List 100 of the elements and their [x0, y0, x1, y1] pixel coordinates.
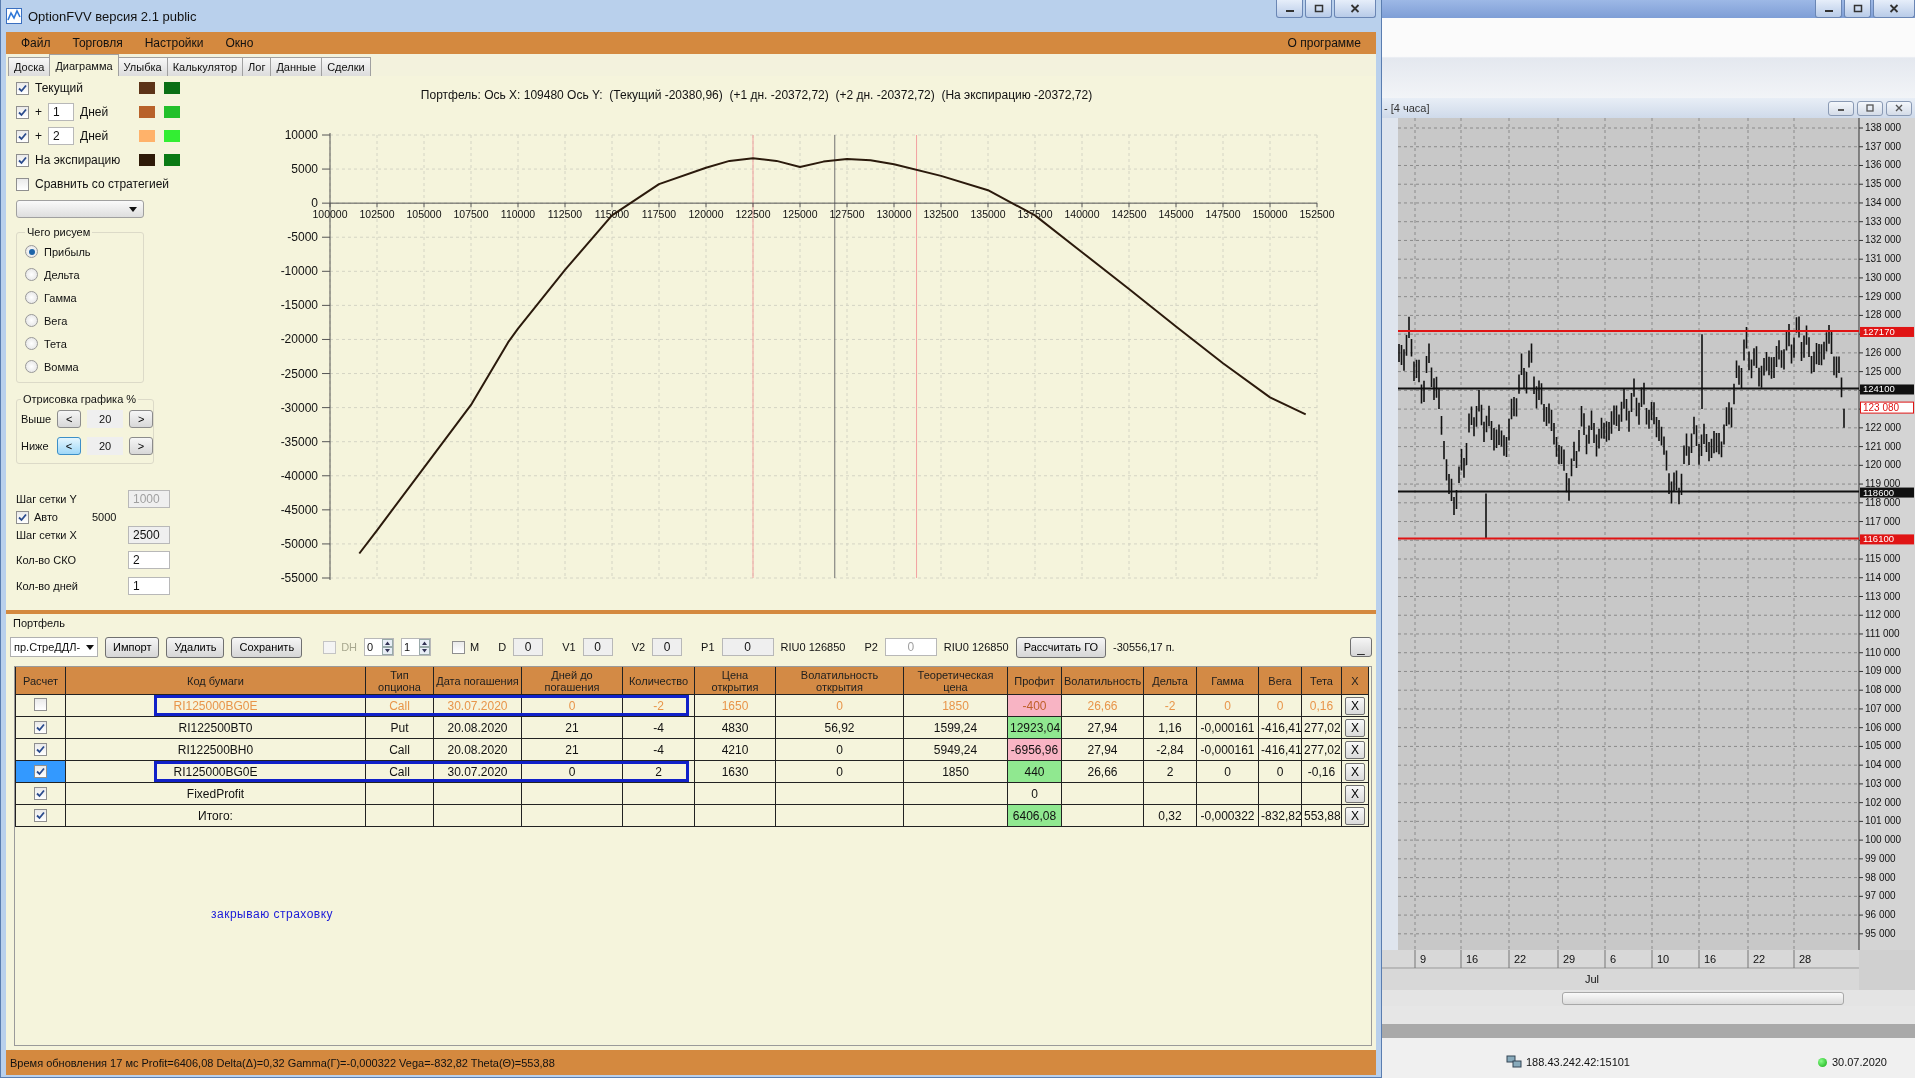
input-field[interactable]: 0	[582, 638, 613, 656]
radio-button[interactable]	[25, 245, 38, 258]
scroll-thumb[interactable]	[1562, 991, 1844, 1005]
collapse-button[interactable]: _	[1350, 637, 1372, 657]
column-header[interactable]: Тип опциона	[365, 667, 434, 695]
days-field[interactable]: 2	[48, 127, 74, 145]
column-header[interactable]: Код бумаги	[65, 667, 366, 695]
tab[interactable]: Лог	[242, 57, 272, 76]
increase-button[interactable]: >	[129, 436, 153, 455]
menu-item[interactable]: Окно	[214, 36, 265, 50]
color-swatch[interactable]	[139, 154, 155, 166]
menu-item[interactable]: Торговля	[61, 36, 134, 50]
radio-button[interactable]	[25, 360, 38, 373]
radio-button[interactable]	[25, 314, 38, 327]
spin-field[interactable]: 0	[364, 638, 395, 656]
column-header[interactable]: Количество	[622, 667, 695, 695]
checkbox[interactable]	[16, 177, 29, 191]
column-header[interactable]: Дней до погашения	[521, 667, 623, 695]
checkbox[interactable]	[452, 640, 466, 654]
days-field[interactable]: 1	[48, 103, 74, 121]
input-field[interactable]: 2	[128, 551, 170, 569]
checkbox[interactable]	[34, 808, 47, 822]
delete-button[interactable]: X	[1345, 718, 1365, 737]
checkbox[interactable]	[16, 129, 29, 143]
increase-button[interactable]: >	[129, 409, 154, 428]
delete-button[interactable]: X	[1345, 784, 1365, 803]
close-button[interactable]	[1886, 100, 1912, 116]
tab[interactable]: Калькулятор	[166, 57, 244, 76]
column-header[interactable]: Дельта	[1143, 667, 1197, 695]
checkbox[interactable]	[16, 81, 29, 95]
checkbox[interactable]	[34, 742, 47, 756]
column-header[interactable]: X	[1341, 667, 1369, 695]
value-field[interactable]: 20	[87, 409, 124, 428]
color-swatch[interactable]	[164, 106, 180, 118]
decrease-button[interactable]: <	[57, 436, 81, 455]
maximize-button[interactable]	[1305, 0, 1332, 18]
calc-cell[interactable]	[15, 760, 66, 783]
column-header[interactable]: Волатильность открытия	[775, 667, 904, 695]
input-field[interactable]: 0	[513, 638, 544, 656]
checkbox[interactable]	[34, 720, 47, 734]
group-title: Отрисовка графика %	[22, 393, 138, 405]
close-button[interactable]	[1873, 0, 1915, 18]
color-swatch[interactable]	[139, 82, 155, 94]
value-field[interactable]: 20	[87, 436, 123, 455]
toolbar-button[interactable]: Удалить	[166, 636, 225, 658]
calc-cell[interactable]	[15, 716, 66, 739]
toolbar-button[interactable]: Сохранить	[231, 636, 303, 658]
maximize-button[interactable]	[1844, 0, 1871, 18]
menu-item[interactable]: Настройки	[133, 36, 215, 50]
color-swatch[interactable]	[164, 130, 180, 142]
delete-button[interactable]: X	[1345, 806, 1365, 825]
menu-item[interactable]: Файл	[10, 36, 62, 50]
column-header[interactable]: Волатильность	[1061, 667, 1144, 695]
column-header[interactable]: Профит	[1007, 667, 1062, 695]
decrease-button[interactable]: <	[57, 409, 82, 428]
radio-button[interactable]	[25, 337, 38, 350]
status-text: Время обновления 17 мс Profit=6406,08 Delta(Δ)=0,32 Gamma(Г)=-0,000322 Vega=-832,82 Theta(Θ)=553,88	[6, 1050, 1376, 1075]
delete-button[interactable]: X	[1345, 762, 1365, 781]
color-swatch[interactable]	[139, 130, 155, 142]
close-button[interactable]	[1334, 0, 1376, 18]
input-field[interactable]: 2500	[128, 526, 170, 544]
column-header[interactable]: Теоретическая цена	[903, 667, 1008, 695]
calc-cell[interactable]	[15, 782, 66, 805]
input-field[interactable]: 0	[721, 638, 774, 656]
column-header[interactable]: Цена открытия	[694, 667, 776, 695]
calc-cell[interactable]	[15, 804, 66, 827]
input-field[interactable]: 1	[128, 577, 170, 595]
tab[interactable]: Сделки	[321, 57, 371, 76]
scrollbar[interactable]	[1382, 990, 1915, 1006]
minimize-button[interactable]	[1828, 100, 1854, 116]
checkbox[interactable]	[16, 153, 29, 167]
checkbox[interactable]	[16, 105, 29, 119]
color-swatch[interactable]	[164, 82, 180, 94]
checkbox[interactable]	[34, 764, 47, 778]
tab[interactable]: Улыбка	[117, 57, 168, 76]
delete-button[interactable]: X	[1345, 740, 1365, 759]
checkbox[interactable]	[34, 786, 47, 800]
minimize-button[interactable]	[1815, 0, 1842, 18]
tab[interactable]: Доска	[8, 57, 51, 76]
toolbar-button[interactable]: Импорт	[105, 636, 160, 658]
column-header[interactable]: Тета	[1301, 667, 1342, 695]
portfolio-dropdown[interactable]: пр.СтреДДЛ-	[10, 637, 98, 657]
menu-item[interactable]: О программе	[1276, 36, 1372, 50]
radio-button[interactable]	[25, 291, 38, 304]
minimize-button[interactable]	[1276, 0, 1303, 18]
input-field[interactable]: 0	[652, 638, 683, 656]
spin-field[interactable]: 1	[401, 638, 432, 656]
toolbar-button[interactable]: Рассчитать ГО	[1015, 636, 1107, 658]
tick-label: -20000	[280, 332, 318, 347]
column-header[interactable]: Гамма	[1196, 667, 1259, 695]
tab[interactable]: Данные	[270, 57, 323, 76]
color-swatch[interactable]	[139, 106, 155, 118]
checkbox[interactable]	[16, 510, 29, 524]
column-header[interactable]: Расчет	[15, 667, 66, 695]
radio-button[interactable]	[25, 268, 38, 281]
calc-cell[interactable]	[15, 738, 66, 761]
table-cell: 4210	[694, 738, 776, 761]
column-header[interactable]: Вега	[1258, 667, 1302, 695]
color-swatch[interactable]	[164, 154, 180, 166]
column-header[interactable]: Дата погашения	[433, 667, 522, 695]
